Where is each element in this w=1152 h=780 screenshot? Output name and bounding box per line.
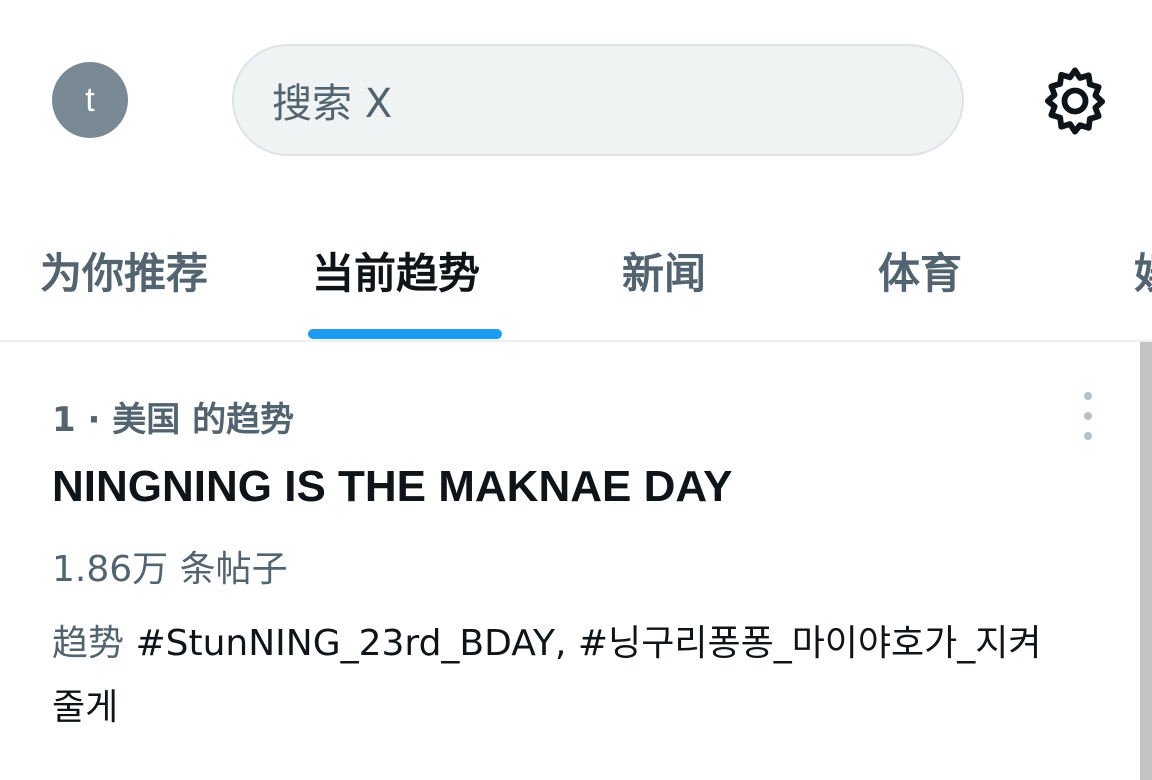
more-vertical-icon[interactable]	[1070, 392, 1106, 440]
trend-related-tags: 趋势 #StunNING_23rd_BDAY, #닝구리퐁퐁_마이야호가_지켜줄…	[52, 612, 1072, 740]
search-placeholder: 搜索 X	[272, 81, 393, 127]
tab-entertainment[interactable]: 娱	[1134, 240, 1152, 301]
avatar-initial: t	[85, 80, 95, 119]
trend-meta: 1 · 美国 的趋势	[52, 400, 295, 440]
trend-title[interactable]: NINGNING IS THE MAKNAE DAY	[52, 462, 732, 512]
search-input[interactable]: 搜索 X	[232, 44, 964, 156]
trend-item[interactable]: 1 · 美国 的趋势 NINGNING IS THE MAKNAE DAY 1.…	[0, 342, 1140, 780]
trend-post-count: 1.86万 条帖子	[52, 549, 288, 590]
scrollbar[interactable]	[1140, 342, 1152, 780]
tab-news[interactable]: 新闻	[622, 240, 706, 301]
active-tab-indicator	[308, 329, 502, 339]
trend-tags-lead: 趋势	[52, 623, 125, 664]
tab-sports[interactable]: 体育	[878, 240, 962, 301]
avatar[interactable]: t	[52, 62, 128, 138]
trend-tags-list[interactable]: #StunNING_23rd_BDAY, #닝구리퐁퐁_마이야호가_지켜줄게	[52, 623, 1042, 728]
tab-trending[interactable]: 当前趋势	[312, 240, 480, 301]
gear-icon[interactable]	[1040, 66, 1110, 136]
tab-bar: 为你推荐 当前趋势 新闻 体育 娱	[0, 230, 1152, 342]
tab-for-you[interactable]: 为你推荐	[40, 240, 208, 301]
